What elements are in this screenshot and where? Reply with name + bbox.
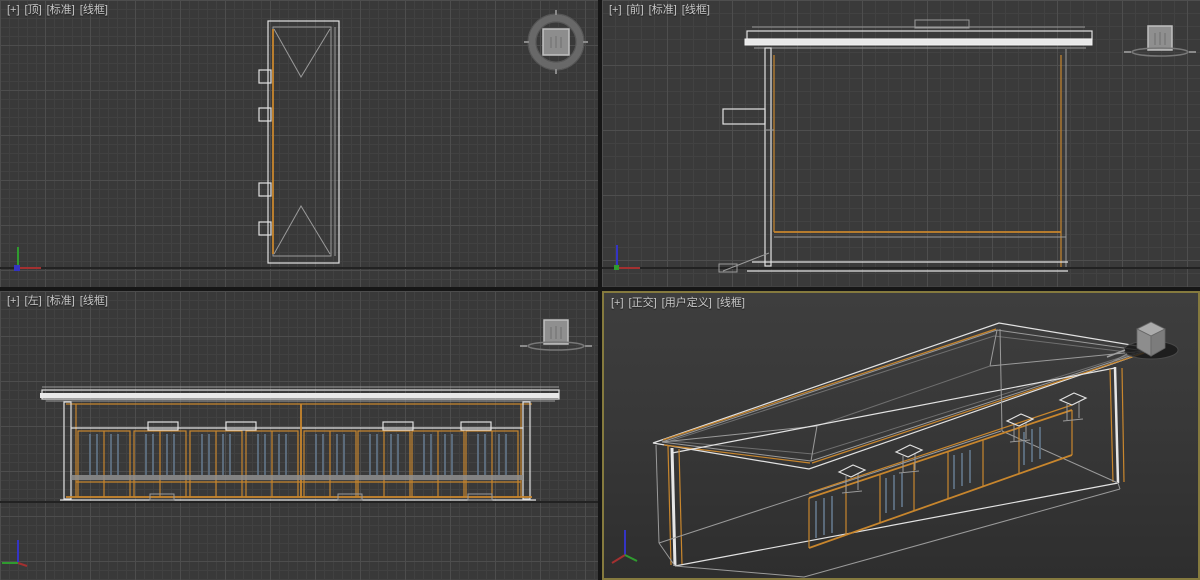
- viewcube-left[interactable]: [0, 291, 598, 580]
- viewcube-front[interactable]: [602, 0, 1200, 287]
- viewport-style-label[interactable]: [标准]: [47, 295, 75, 307]
- viewport-pov-label[interactable]: [前]: [627, 4, 644, 16]
- viewport-label-bar: [+] [左] [标准] [线框]: [7, 294, 113, 308]
- viewport-pov-label[interactable]: [顶]: [25, 4, 42, 16]
- viewport-shading-label[interactable]: [线框]: [717, 297, 745, 309]
- viewport-menu-label[interactable]: [+]: [611, 297, 624, 309]
- viewport-label-bar: [+] [正交] [用户定义] [线框]: [611, 296, 750, 310]
- viewport-shading-label[interactable]: [线框]: [682, 4, 710, 16]
- viewport-label-bar: [+] [前] [标准] [线框]: [609, 3, 715, 17]
- viewport-left[interactable]: [+] [左] [标准] [线框]: [0, 291, 598, 580]
- viewport-shading-label[interactable]: [线框]: [80, 4, 108, 16]
- viewport-menu-label[interactable]: [+]: [7, 295, 20, 307]
- viewport-menu-label[interactable]: [+]: [609, 4, 622, 16]
- viewport-orthographic[interactable]: [+] [正交] [用户定义] [线框]: [602, 291, 1200, 580]
- viewport-pov-label[interactable]: [正交]: [629, 297, 657, 309]
- viewport-front[interactable]: [+] [前] [标准] [线框]: [602, 0, 1200, 287]
- viewport-quad-layout: [+] [顶] [标准] [线框]: [0, 0, 1200, 580]
- viewport-style-label[interactable]: [标准]: [47, 4, 75, 16]
- viewport-splitter-horizontal[interactable]: [0, 287, 1200, 291]
- viewport-label-bar: [+] [顶] [标准] [线框]: [7, 3, 113, 17]
- viewport-menu-label[interactable]: [+]: [7, 4, 20, 16]
- viewcube-top[interactable]: [0, 0, 598, 287]
- viewcube-orthographic[interactable]: [604, 293, 1198, 578]
- viewport-pov-label[interactable]: [左]: [25, 295, 42, 307]
- viewport-style-label[interactable]: [标准]: [649, 4, 677, 16]
- viewport-top[interactable]: [+] [顶] [标准] [线框]: [0, 0, 598, 287]
- viewport-style-label[interactable]: [用户定义]: [662, 297, 712, 309]
- viewport-shading-label[interactable]: [线框]: [80, 295, 108, 307]
